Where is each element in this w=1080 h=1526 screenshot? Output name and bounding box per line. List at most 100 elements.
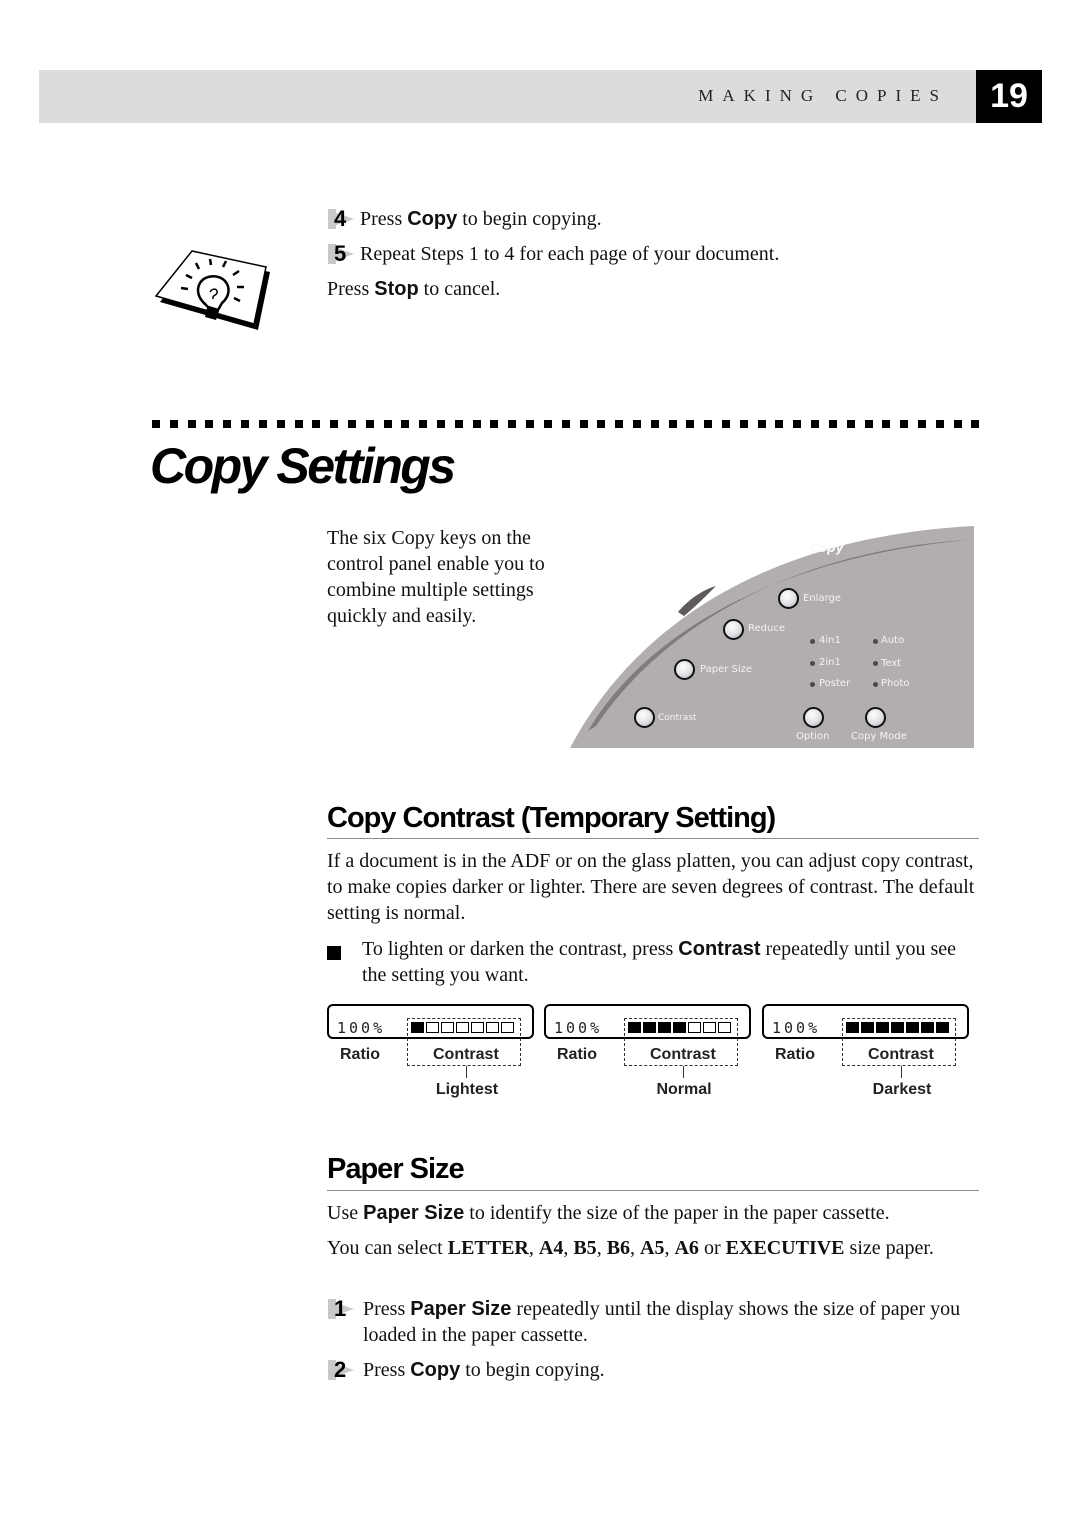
size-a4: A4 [538,1237,564,1259]
key-stop: Stop [374,278,419,300]
contrast-button[interactable] [634,707,655,728]
paper-size-button[interactable] [674,659,695,680]
led-auto-icon [873,639,878,644]
lcd-display-darkest: 100% Ratio Contrast Darkest [762,1004,970,1104]
lcd-ratio-value: 100% [772,1019,821,1037]
rule-dot [704,420,713,428]
rule-dot [739,420,748,428]
enlarge-button[interactable] [778,588,799,609]
key-copy: Copy [410,1359,461,1381]
led-2in1-icon [810,661,815,666]
step-marker-icon: 5 [328,241,360,267]
key-contrast: Contrast [678,938,761,960]
callout-line [901,1066,902,1078]
dotted-rule [152,420,980,428]
copy-mode-button[interactable] [865,707,886,728]
rule-dot [205,420,214,428]
rule-dot [561,420,570,428]
rule-dot [169,420,178,428]
contrast-bullet: To lighten or darken the contrast, press… [327,936,982,988]
step-2: 2 Press Copy to begin copying. [327,1357,982,1383]
led-label-poster: Poster [819,678,851,689]
key-paper-size: Paper Size [363,1202,465,1224]
led-label-auto: Auto [881,635,905,646]
lightbulb-tip-icon [154,250,270,330]
lcd-display-lightest: 100% Ratio Contrast Lightest [327,1004,535,1104]
lcd-display-normal: 100% Ratio Contrast Normal [544,1004,752,1104]
step-marker-icon: 1 [328,1296,360,1322]
rule-dot [864,420,873,428]
callout-line [683,1066,684,1078]
contrast-heading: Copy Contrast (Temporary Setting) [327,802,776,834]
rule-dot [543,420,552,428]
reduce-button[interactable] [723,619,744,640]
rule-dot [490,420,499,428]
page-title: Copy Settings [150,438,456,494]
rule-dot [846,420,855,428]
ratio-label: Ratio [775,1046,815,1063]
led-label-4in1: 4in1 [819,635,841,646]
rule-dot [437,420,445,428]
rule-dot [401,420,410,428]
led-photo-icon [873,682,878,687]
rule-dot [971,420,980,428]
step-5: 5 Repeat Steps 1 to 4 for each page of y… [327,241,987,267]
rule-dot [828,420,837,428]
step-4: 4 Press Copy to begin copying. [327,206,987,232]
key-copy: Copy [407,208,458,230]
option-label: Option [796,731,830,742]
rule-dot [454,420,463,428]
cancel-instruction: Press Stop to cancel. [327,278,501,300]
key-paper-size: Paper Size [410,1298,512,1320]
size-a5: A5 [640,1237,665,1259]
contrast-paragraph: If a document is in the ADF or on the gl… [327,850,975,924]
contrast-label: Contrast [433,1046,499,1063]
paper-size-heading: Paper Size [327,1153,465,1185]
enlarge-label: Enlarge [803,593,841,604]
rule-dot [757,420,766,428]
rule-dot [276,420,285,428]
rule-dot [900,420,909,428]
led-label-photo: Photo [881,678,910,689]
bullet-square-icon [327,946,341,960]
step-marker-icon: 2 [328,1357,360,1383]
rule-dot [722,420,730,428]
led-label-2in1: 2in1 [819,657,841,668]
callout-line [466,1066,467,1078]
contrast-label: Contrast [658,713,697,723]
contrast-label: Contrast [650,1046,716,1063]
led-4in1-icon [810,639,815,644]
page-number: 19 [976,70,1042,123]
control-panel-shape [570,526,974,748]
rule-dot [419,420,428,428]
rule-dot [347,420,356,428]
rule-dot [793,420,802,428]
running-title: MAKING COPIES [698,86,948,105]
size-b5: B5 [573,1237,597,1259]
ratio-label: Ratio [340,1046,380,1063]
size-a6: A6 [674,1237,699,1259]
option-button[interactable] [803,707,824,728]
rule-dot [258,420,267,428]
size-letter: LETTER [447,1237,529,1259]
paper-size-steps: 1 Press Paper Size repeatedly until the … [327,1296,982,1383]
rule-dot [472,420,481,428]
paper-size-label: Paper Size [700,664,753,675]
lcd-ratio-value: 100% [337,1019,386,1037]
led-poster-icon [810,682,815,687]
rule-dot [152,420,160,428]
control-panel-illustration: Copy Enlarge Reduce Paper Size Contrast … [570,526,974,748]
tip-steps: 4 Press Copy to begin copying. 5 Repeat … [327,206,987,302]
contrast-heading-rule [327,838,979,839]
reduce-label: Reduce [748,623,785,634]
rule-dot [223,420,232,428]
contrast-caption: Darkest [872,1081,932,1098]
led-text-icon [873,661,878,666]
rule-dot [294,420,303,428]
rule-dot [935,420,944,428]
rule-dot [775,420,784,428]
rule-dot [668,420,677,428]
intro-paragraph: The six Copy keys on the control panel e… [327,527,545,627]
rule-dot [953,420,962,428]
rule-dot [365,420,374,428]
